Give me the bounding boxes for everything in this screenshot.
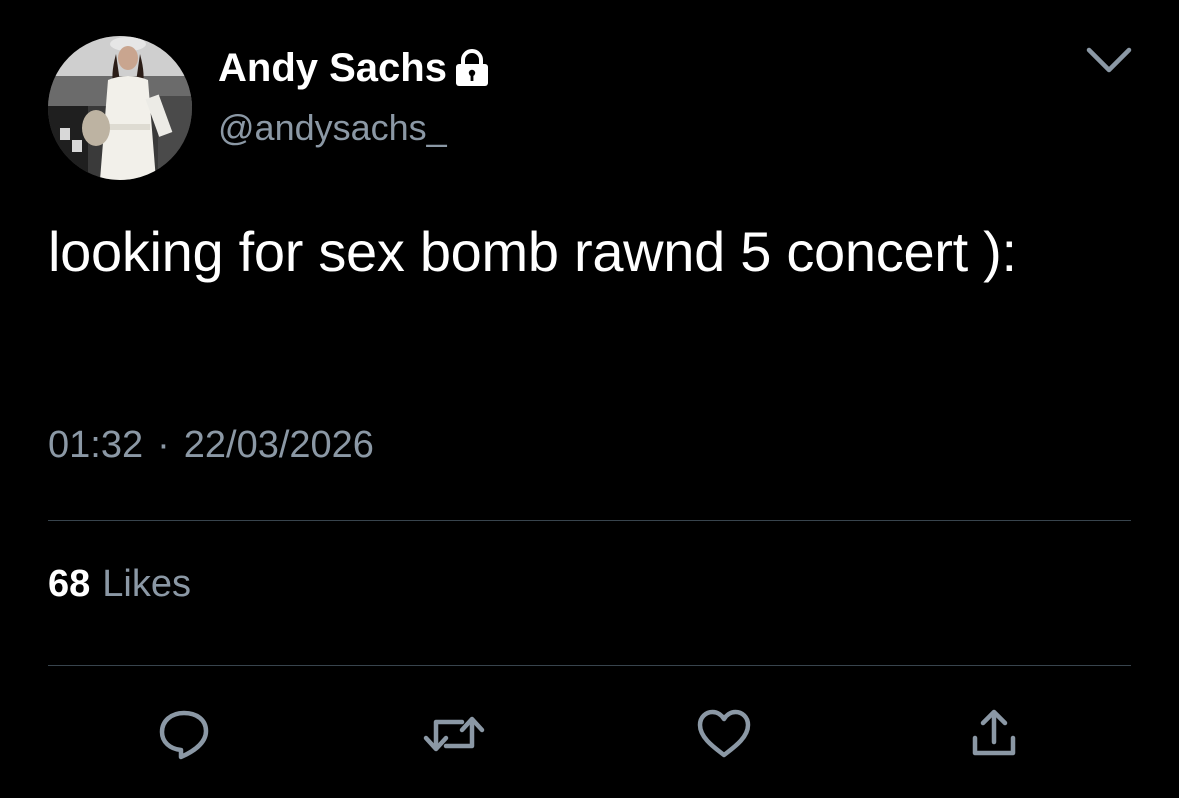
display-name[interactable]: Andy Sachs — [218, 44, 491, 92]
likes-label: Likes — [102, 563, 191, 605]
retweet-icon — [423, 716, 485, 752]
avatar-photo — [48, 36, 192, 180]
tweet-text: looking for sex bomb rawnd 5 concert ): — [48, 220, 1017, 283]
likes-stat[interactable]: 68 Likes — [48, 561, 191, 607]
like-icon — [697, 709, 751, 758]
avatar[interactable] — [48, 36, 192, 180]
tweet-time: 01:32 — [48, 424, 144, 466]
timestamp-separator: · — [157, 424, 170, 466]
tweet-date: 22/03/2026 — [183, 424, 374, 466]
lock-icon — [455, 49, 488, 86]
reply-icon — [159, 710, 209, 760]
share-button[interactable] — [962, 702, 1026, 766]
reply-button[interactable] — [152, 702, 216, 766]
user-handle[interactable]: @andysachs_ — [218, 106, 447, 150]
likes-count: 68 — [48, 563, 91, 605]
chevron-down-icon[interactable] — [1084, 42, 1134, 78]
retweet-button[interactable] — [422, 702, 486, 766]
tweet-timestamp: 01:32 · 22/03/2026 — [48, 422, 374, 468]
like-button[interactable] — [692, 702, 756, 766]
display-name-text: Andy Sachs — [218, 46, 447, 90]
divider — [48, 520, 1131, 521]
share-icon — [972, 709, 1016, 756]
divider — [48, 665, 1131, 666]
